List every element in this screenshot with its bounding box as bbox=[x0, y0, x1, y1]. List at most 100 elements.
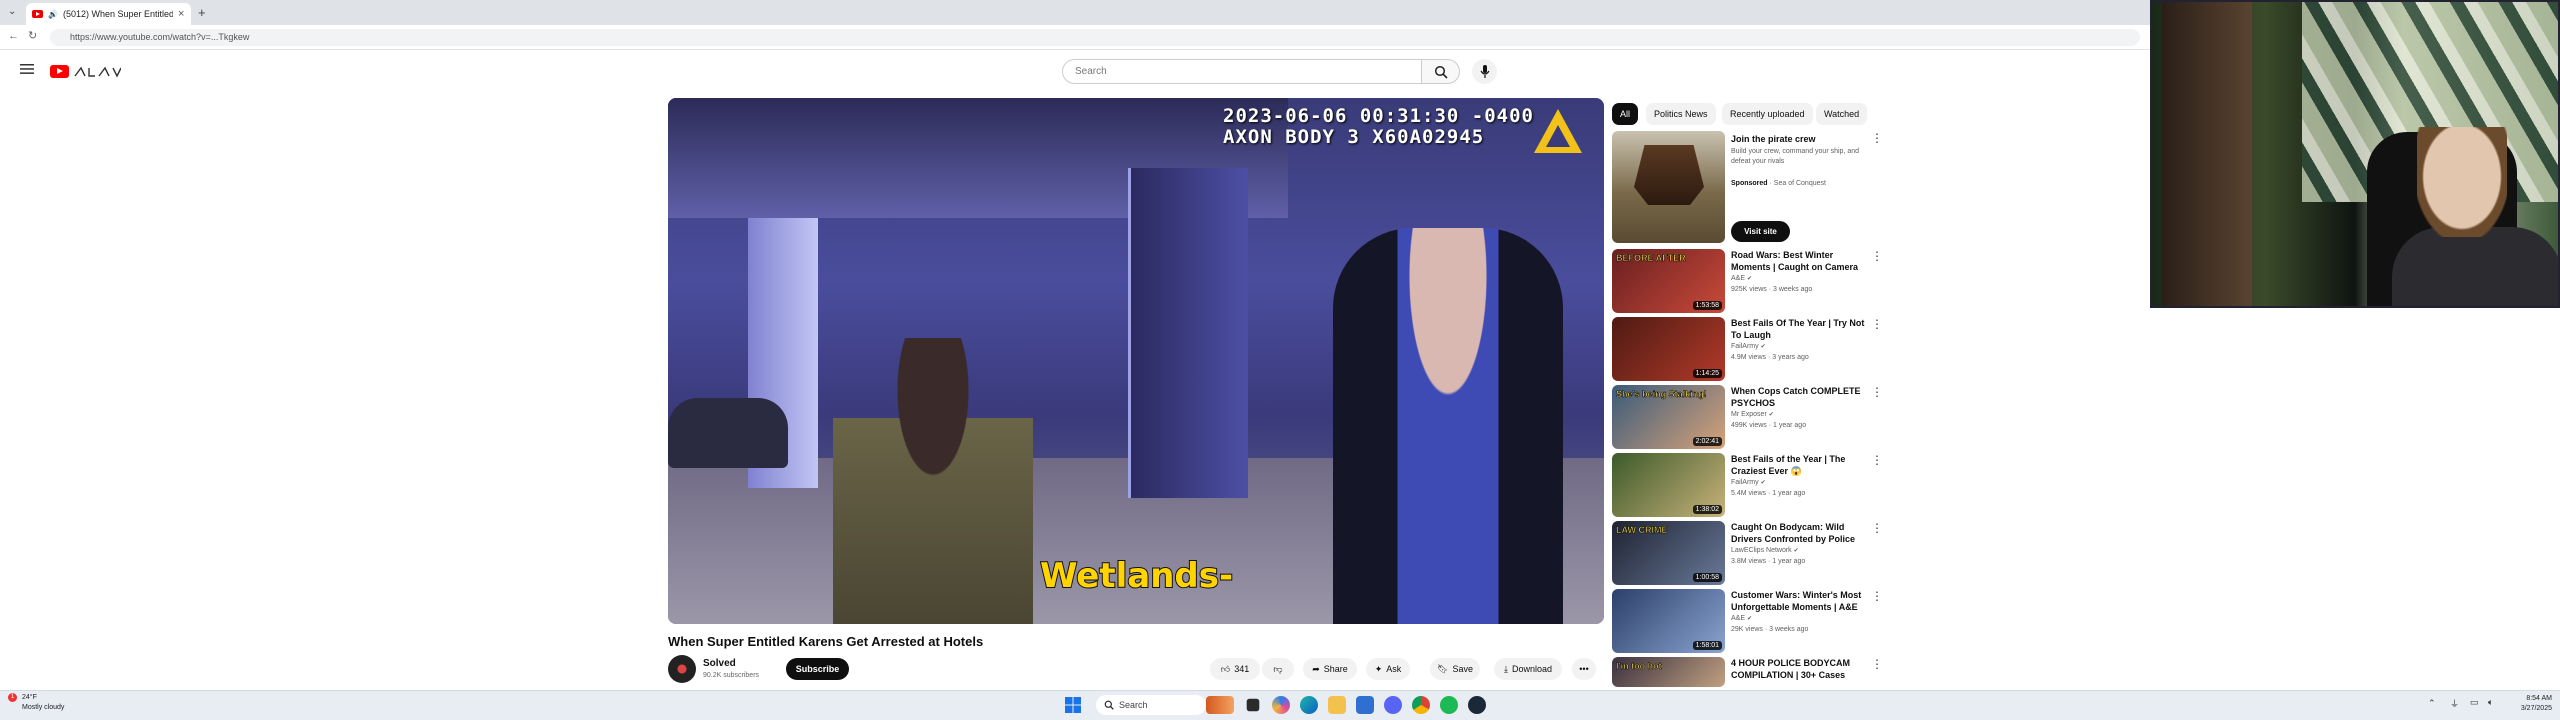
video-player[interactable]: 2023-06-06 00:31:30 -0400 AXON BODY 3 X6… bbox=[668, 98, 1604, 624]
download-button[interactable]: ⤓ Download bbox=[1494, 658, 1562, 680]
recommended-video[interactable]: 1:14:25 Best Fails Of The Year | Try Not … bbox=[1612, 317, 1883, 381]
edge-icon[interactable] bbox=[1300, 696, 1318, 714]
video-person-man bbox=[1333, 228, 1563, 624]
recommended-video[interactable]: 1:58:01 Customer Wars: Winter's Most Unfo… bbox=[1612, 589, 1883, 653]
video-title[interactable]: 4 HOUR POLICE BODYCAM COMPILATION | 30+ … bbox=[1731, 657, 1865, 681]
subscribe-button[interactable]: Subscribe bbox=[786, 658, 849, 680]
channel-name[interactable]: Mr Exposer ✔ bbox=[1731, 411, 1774, 418]
spotify-icon[interactable] bbox=[1440, 696, 1458, 714]
chip-recently-uploaded[interactable]: Recently uploaded bbox=[1722, 103, 1813, 125]
channel-name[interactable]: Solved bbox=[703, 658, 736, 669]
browser-tab[interactable]: 🔊 (5012) When Super Entitled K × bbox=[26, 3, 191, 25]
search-button[interactable] bbox=[1422, 59, 1460, 84]
video-title[interactable]: Best Fails of the Year | The Craziest Ev… bbox=[1731, 453, 1865, 477]
video-thumbnail[interactable]: She's being Stalking! 2:02:41 bbox=[1612, 385, 1725, 449]
recommended-video[interactable]: She's being Stalking! 2:02:41 When Cops Ca… bbox=[1612, 385, 1883, 449]
video-title[interactable]: Customer Wars: Winter's Most Unforgettab… bbox=[1731, 589, 1865, 613]
ad-title[interactable]: Join the pirate crew bbox=[1731, 134, 1816, 144]
news-widget-icon[interactable] bbox=[1206, 696, 1234, 714]
axon-logo-icon bbox=[1534, 109, 1582, 153]
more-options-icon[interactable]: ⋮ bbox=[1871, 657, 1883, 671]
search-placeholder: Search bbox=[1075, 66, 1107, 77]
channel-name[interactable]: FailArmy ✔ bbox=[1731, 479, 1766, 486]
ad-visit-site-button[interactable]: Visit site bbox=[1731, 221, 1790, 242]
video-thumbnail[interactable]: 1:58:01 bbox=[1612, 589, 1725, 653]
video-thumbnail[interactable]: BEFORE AFTER 1:53:58 bbox=[1612, 249, 1725, 313]
store-icon[interactable] bbox=[1356, 696, 1374, 714]
dislike-button[interactable]: 👎︎ bbox=[1262, 658, 1294, 680]
recommended-video[interactable]: 1:38:02 Best Fails of the Year | The Craz… bbox=[1612, 453, 1883, 517]
reload-icon[interactable]: ↻ bbox=[28, 29, 37, 42]
system-tray-chevron-icon[interactable]: ⌃ bbox=[2428, 698, 2436, 709]
taskbar-clock[interactable]: 8:54 AM 3/27/2025 bbox=[2508, 694, 2552, 714]
channel-name[interactable]: LawEClips Network ✔ bbox=[1731, 547, 1799, 554]
taskbar-search[interactable]: Search bbox=[1096, 695, 1206, 715]
steam-icon[interactable] bbox=[1468, 696, 1486, 714]
url-field[interactable]: https://www.youtube.com/watch?v=...Tkgke… bbox=[50, 29, 2140, 46]
notification-badge: 1 bbox=[8, 693, 17, 702]
copilot-icon[interactable] bbox=[1272, 696, 1290, 714]
more-options-icon[interactable]: ⋮ bbox=[1871, 589, 1883, 603]
ad-more-icon[interactable]: ⋮ bbox=[1871, 131, 1883, 145]
download-label: Download bbox=[1511, 664, 1552, 674]
more-options-icon[interactable]: ⋮ bbox=[1871, 521, 1883, 535]
video-caption: Wetlands- bbox=[1039, 555, 1234, 597]
usb-icon[interactable]: ⏚ bbox=[2450, 697, 2459, 710]
video-thumbnail[interactable]: 1:38:02 bbox=[1612, 453, 1725, 517]
subscriber-count: 90.2K subscribers bbox=[703, 672, 760, 679]
voice-search-button[interactable] bbox=[1472, 59, 1497, 84]
back-icon[interactable]: ← bbox=[8, 30, 19, 42]
weather-widget[interactable]: 24°F Mostly cloudy bbox=[22, 693, 64, 713]
video-title[interactable]: Best Fails Of The Year | Try Not To Laug… bbox=[1731, 317, 1865, 341]
share-button[interactable]: ➦ Share bbox=[1303, 658, 1357, 680]
tab-close-icon[interactable]: × bbox=[178, 8, 184, 20]
windows-start-icon[interactable] bbox=[1064, 696, 1082, 714]
sponsored-ad[interactable]: Join the pirate crew Build your crew, co… bbox=[1612, 131, 1883, 243]
more-actions-button[interactable]: ••• bbox=[1572, 658, 1596, 680]
video-thumbnail[interactable]: LAW CRIME 1:00:58 bbox=[1612, 521, 1725, 585]
more-options-icon[interactable]: ⋮ bbox=[1871, 453, 1883, 467]
thumbnail-text: She's being Stalking! bbox=[1616, 389, 1707, 400]
chip-politics-news[interactable]: Politics News bbox=[1646, 103, 1716, 125]
recommended-video[interactable]: LAW CRIME 1:00:58 Caught On Bodycam: Wild … bbox=[1612, 521, 1883, 585]
hamburger-menu-icon[interactable] bbox=[20, 63, 34, 75]
youtube-logo[interactable] bbox=[50, 65, 121, 78]
task-view-icon[interactable] bbox=[1246, 698, 1260, 712]
taskbar-search-icon bbox=[1104, 700, 1114, 710]
video-duration: 1:00:58 bbox=[1692, 573, 1722, 582]
chrome-icon[interactable] bbox=[1412, 696, 1430, 714]
taskbar-search-label: Search bbox=[1119, 700, 1148, 710]
search-input[interactable]: Search bbox=[1062, 59, 1422, 84]
weather-desc: Mostly cloudy bbox=[22, 704, 65, 711]
ad-thumbnail[interactable] bbox=[1612, 131, 1725, 243]
video-thumbnail[interactable]: I'm too hot bbox=[1612, 657, 1725, 687]
video-thumbnail[interactable]: 1:14:25 bbox=[1612, 317, 1725, 381]
save-button[interactable]: 🔖︎ Save bbox=[1430, 658, 1480, 680]
channel-name[interactable]: FailArmy ✔ bbox=[1731, 343, 1766, 350]
discord-icon[interactable] bbox=[1384, 696, 1402, 714]
network-icon[interactable]: ▭ bbox=[2470, 697, 2479, 708]
video-title[interactable]: When Cops Catch COMPLETE PSYCHOS bbox=[1731, 385, 1865, 409]
video-title[interactable]: Caught On Bodycam: Wild Drivers Confront… bbox=[1731, 521, 1865, 545]
channel-avatar[interactable] bbox=[668, 655, 696, 683]
chip-watched[interactable]: Watched bbox=[1816, 103, 1868, 125]
volume-icon[interactable]: 🔈︎ bbox=[2488, 697, 2493, 708]
video-title[interactable]: Road Wars: Best Winter Moments | Caught … bbox=[1731, 249, 1865, 273]
ask-button[interactable]: ✦ Ask bbox=[1366, 658, 1410, 680]
share-icon: ➦ bbox=[1312, 663, 1320, 674]
recommended-video[interactable]: I'm too hot 4 HOUR POLICE BODYCAM COMPILA… bbox=[1612, 657, 1883, 687]
like-button[interactable]: 👍︎ 341 bbox=[1210, 658, 1260, 680]
channel-name[interactable]: A&E ✔ bbox=[1731, 615, 1752, 622]
recommended-video[interactable]: BEFORE AFTER 1:53:58 Road Wars: Best Winte… bbox=[1612, 249, 1883, 313]
download-icon: ⤓ bbox=[1503, 663, 1508, 674]
new-tab-button[interactable]: + bbox=[198, 5, 206, 20]
chip-all[interactable]: All bbox=[1612, 103, 1639, 125]
more-options-icon[interactable]: ⋮ bbox=[1871, 249, 1883, 263]
more-options-icon[interactable]: ⋮ bbox=[1871, 317, 1883, 331]
thumbs-down-icon: 👎︎ bbox=[1273, 663, 1283, 674]
more-options-icon[interactable]: ⋮ bbox=[1871, 385, 1883, 399]
tab-list-chevron-icon[interactable]: ⌄ bbox=[8, 6, 16, 17]
folder-icon[interactable] bbox=[1328, 696, 1346, 714]
channel-name[interactable]: A&E ✔ bbox=[1731, 275, 1752, 282]
timestamp-line-1: 2023-06-06 00:31:30 -0400 bbox=[1223, 105, 1534, 127]
